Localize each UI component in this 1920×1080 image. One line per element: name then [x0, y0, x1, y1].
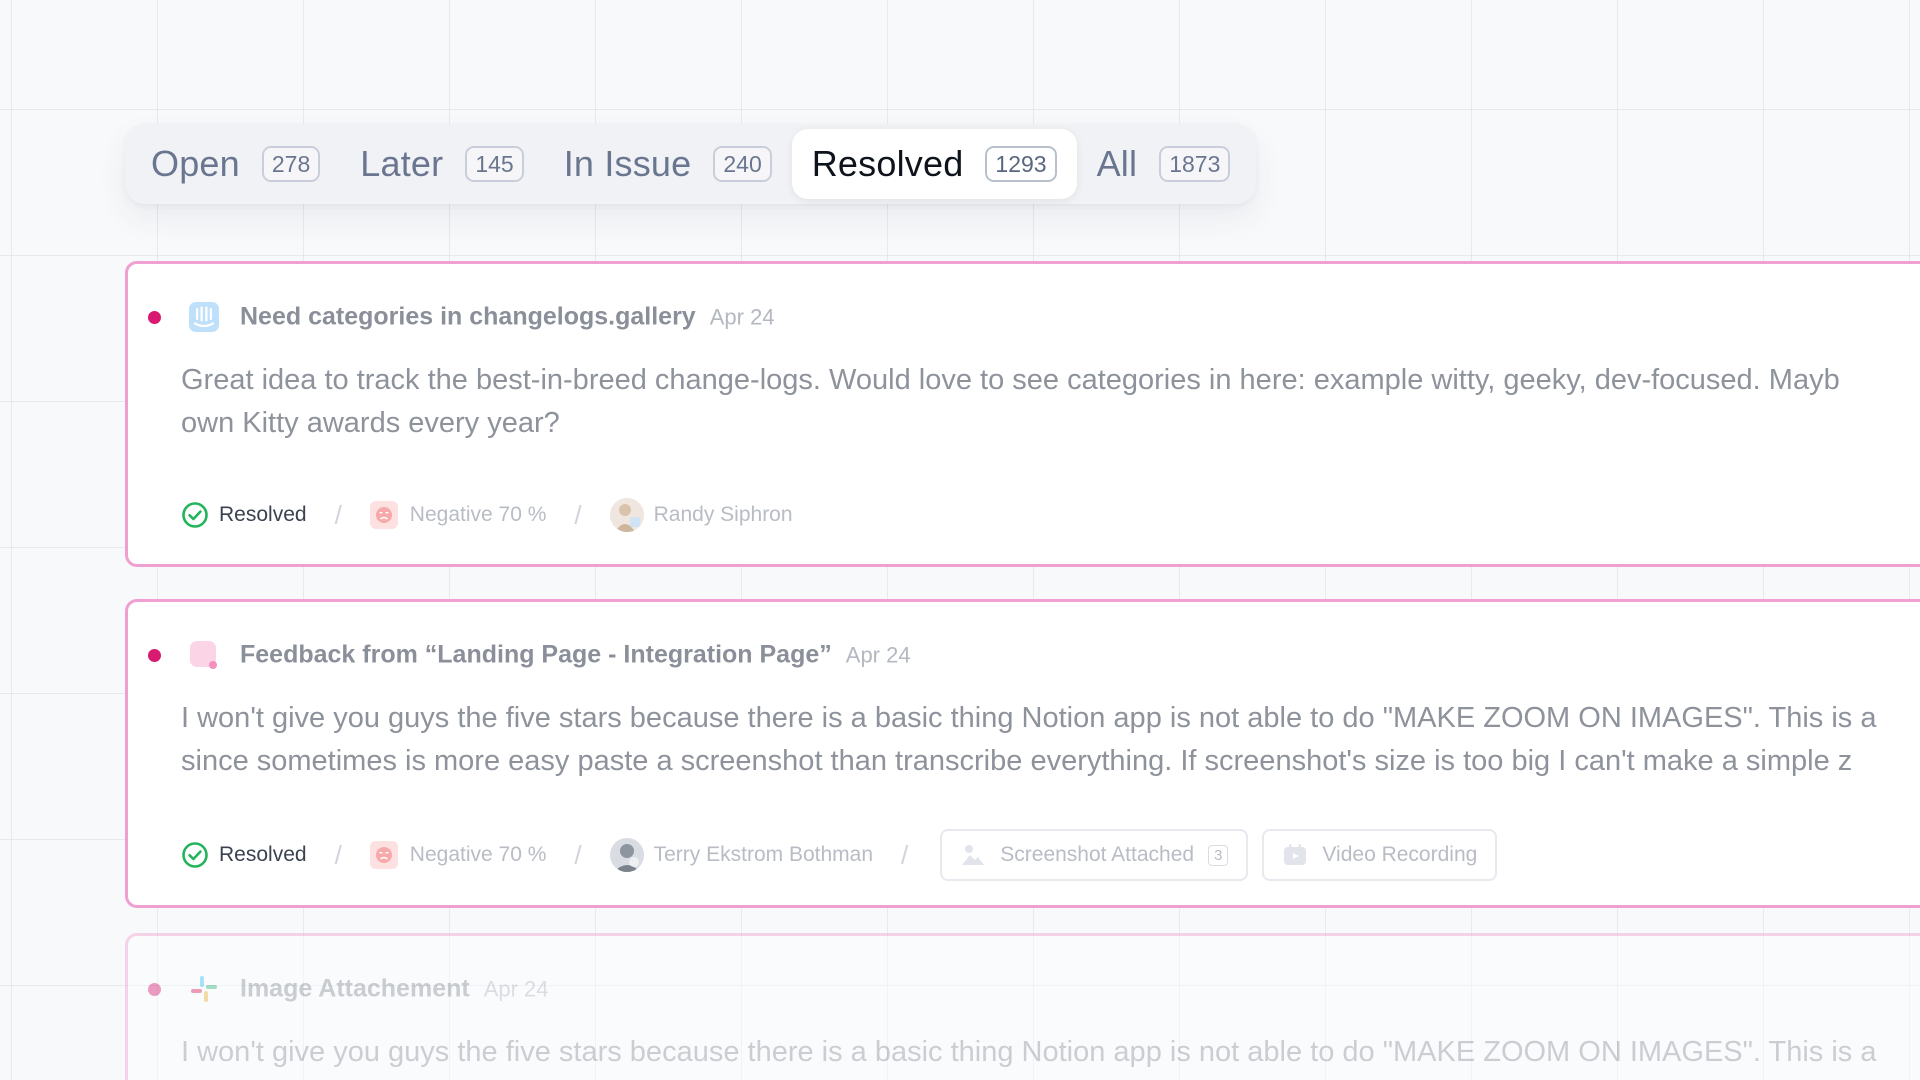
tab-label: Later: [360, 143, 444, 184]
tab-count-badge: 1873: [1159, 146, 1231, 182]
chip-label: Video Recording: [1322, 843, 1478, 866]
sentiment[interactable]: Negative 70 %: [369, 841, 547, 869]
meta-separator: /: [574, 499, 582, 530]
sad-face-icon: [369, 501, 398, 529]
card-title-text: Feedback from “Landing Page - Integratio…: [240, 640, 832, 669]
author[interactable]: Randy Siphron: [609, 498, 793, 532]
card-meta-row: Resolved / Negative 70 % /: [181, 829, 1498, 881]
video-recording-chip[interactable]: Video Recording: [1262, 829, 1498, 881]
tab-count-badge: 1293: [985, 146, 1057, 182]
sentiment-label: Negative 70 %: [409, 503, 547, 526]
status-tabs: Open 278 Later 145 In Issue 240 Resolved…: [125, 124, 1257, 204]
tab-in-issue[interactable]: In Issue 240: [544, 129, 792, 199]
card-body-line: I won't give you guys the five stars bec…: [181, 1036, 1877, 1068]
card-body-line: since sometimes is more easy paste a scr…: [181, 745, 1853, 777]
unread-indicator: [148, 649, 161, 662]
tab-all[interactable]: All 1873: [1077, 129, 1251, 199]
card-title[interactable]: Feedback from “Landing Page - Integratio…: [240, 641, 911, 670]
card-date: Apr 24: [709, 304, 775, 330]
app-canvas: Open 278 Later 145 In Issue 240 Resolved…: [0, 0, 1920, 1080]
card-body-line: Great idea to track the best-in-breed ch…: [181, 364, 1840, 396]
tab-count-badge: 240: [713, 146, 772, 182]
feedback-card[interactable]: Feedback from “Landing Page - Integratio…: [125, 599, 1920, 908]
avatar: [609, 498, 644, 532]
card-title-text: Need categories in changelogs.gallery: [240, 302, 696, 331]
card-body: I won't give you guys the five stars bec…: [181, 1031, 1920, 1074]
sentiment[interactable]: Negative 70 %: [369, 501, 547, 529]
card-body: I won't give you guys the five stars bec…: [181, 697, 1920, 783]
tab-label: In Issue: [563, 143, 692, 184]
check-circle-icon: [182, 842, 208, 868]
tab-count-badge: 145: [465, 146, 524, 182]
card-date: Apr 24: [483, 976, 549, 1002]
feedback-widget-icon: [190, 641, 217, 669]
author-name: Randy Siphron: [653, 503, 793, 526]
tab-count-badge: 278: [261, 146, 321, 182]
tab-later[interactable]: Later 145: [340, 129, 543, 199]
tab-label: All: [1096, 143, 1138, 184]
check-circle-icon: [182, 502, 208, 528]
unread-indicator: [148, 983, 161, 996]
meta-separator: /: [334, 839, 342, 870]
status-label: Resolved: [219, 503, 307, 526]
author[interactable]: Terry Ekstrom Bothman: [609, 838, 874, 872]
sentiment-label: Negative 70 %: [409, 843, 547, 866]
card-title-text: Image Attachement: [240, 974, 470, 1003]
card-body-line: I won't give you guys the five stars bec…: [181, 702, 1877, 734]
card-title[interactable]: Image Attachement Apr 24: [240, 975, 549, 1004]
tab-resolved[interactable]: Resolved 1293: [791, 129, 1077, 199]
video-icon: [1284, 844, 1307, 865]
status-label: Resolved: [219, 843, 307, 866]
status-resolved[interactable]: Resolved: [181, 501, 307, 529]
card-date: Apr 24: [845, 642, 911, 668]
card-meta-row: Resolved / Negative 70 % /: [181, 489, 793, 541]
feedback-card[interactable]: Need categories in changelogs.gallery Apr…: [125, 261, 1920, 567]
chip-label: Screenshot Attached: [1000, 843, 1195, 866]
card-body-line: own Kitty awards every year?: [181, 407, 560, 439]
chip-count: 3: [1208, 844, 1229, 866]
card-body: Great idea to track the best-in-breed ch…: [181, 359, 1920, 445]
avatar: [609, 838, 644, 872]
author-name: Terry Ekstrom Bothman: [653, 843, 874, 866]
sad-face-icon: [369, 841, 398, 869]
screenshot-attachment-chip[interactable]: Screenshot Attached 3: [940, 829, 1249, 881]
meta-separator: /: [574, 839, 582, 870]
card-title[interactable]: Need categories in changelogs.gallery Apr…: [240, 303, 775, 332]
tab-open[interactable]: Open 278: [131, 129, 340, 199]
tab-label: Resolved: [811, 143, 964, 184]
feedback-card[interactable]: Image Attachement Apr 24 I won't give you…: [125, 933, 1920, 1080]
unread-indicator: [148, 311, 161, 324]
image-icon: [962, 845, 985, 865]
slack-icon: [191, 976, 217, 1002]
meta-separator: /: [901, 839, 909, 870]
meta-separator: /: [334, 499, 342, 530]
intercom-icon: [189, 302, 219, 332]
tab-label: Open: [151, 143, 240, 184]
status-resolved[interactable]: Resolved: [181, 841, 307, 869]
